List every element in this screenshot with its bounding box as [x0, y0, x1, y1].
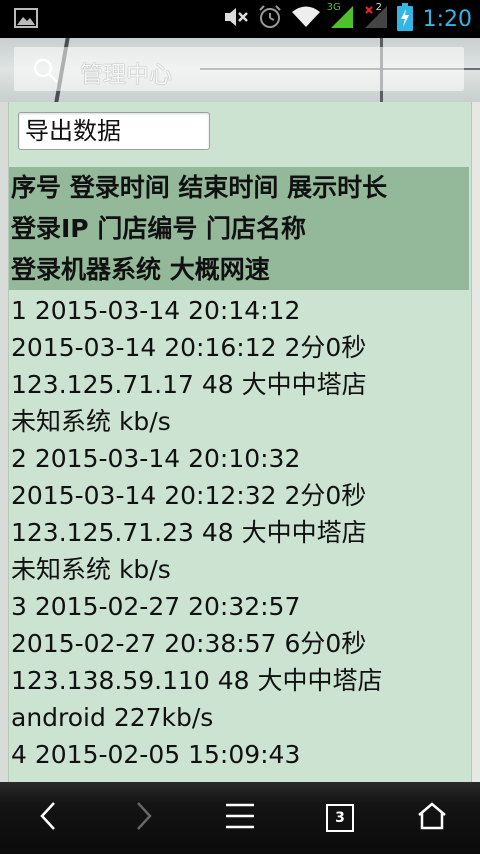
record-line: 123.138.59.110 48 大中中塔店	[11, 666, 383, 695]
record-line: 2015-03-14 20:12:32 2分0秒	[11, 481, 367, 510]
record-line: 2015-02-27 20:38:57 6分0秒	[11, 629, 367, 658]
tabs-button[interactable]: 3	[320, 800, 360, 836]
back-icon	[38, 800, 58, 836]
tabs-icon: 3	[326, 804, 354, 832]
signal-sim2-icon: 2	[363, 2, 389, 34]
network-type-label: 3G	[326, 2, 341, 13]
sim2-label: 2	[375, 2, 382, 13]
record-line: 未知系统 kb/s	[11, 407, 171, 436]
mute-icon	[223, 5, 249, 33]
record-line: 未知系统 kb/s	[11, 555, 171, 584]
forward-icon	[134, 800, 154, 836]
forward-button[interactable]	[124, 800, 164, 836]
image-icon	[14, 8, 38, 28]
tab-count: 3	[326, 804, 354, 832]
address-bar-area: 管理中心	[0, 38, 480, 102]
home-button[interactable]	[412, 800, 452, 836]
record-line: android 227kb/s	[11, 703, 214, 732]
record-line: 123.125.71.23 48 大中中塔店	[11, 518, 367, 547]
record-line: 1 2015-03-14 20:14:12	[11, 296, 301, 325]
record-line: 123.125.71.17 48 大中中塔店	[11, 370, 367, 399]
record-line: 3 2015-02-27 20:32:57	[11, 592, 301, 621]
browser-toolbar: 3	[0, 782, 480, 854]
battery-icon	[396, 3, 413, 35]
address-text: 管理中心	[80, 62, 172, 88]
signal-icon: 3G	[326, 2, 355, 34]
content-panel: 导出数据 序号 登录时间 结束时间 展示时长 登录IP 门店编号 门店名称 登录…	[8, 102, 472, 782]
clock: 1:20	[422, 6, 472, 32]
table-header: 序号 登录时间 结束时间 展示时长 登录IP 门店编号 门店名称 登录机器系统 …	[9, 167, 469, 290]
search-icon	[32, 57, 60, 85]
status-icons: 3G 2 1:20	[223, 2, 472, 35]
record-line: 4 2015-02-05 15:09:43	[11, 740, 301, 769]
header-line: 登录IP 门店编号 门店名称	[11, 214, 307, 243]
web-page: 导出数据 序号 登录时间 结束时间 展示时长 登录IP 门店编号 门店名称 登录…	[0, 102, 480, 782]
record-line: 2015-03-14 20:16:12 2分0秒	[11, 333, 367, 362]
alarm-icon	[257, 4, 283, 34]
menu-button[interactable]	[220, 800, 260, 836]
header-line: 登录机器系统 大概网速	[11, 255, 270, 284]
record-line: 2 2015-03-14 20:10:32	[11, 444, 301, 473]
menu-icon	[224, 802, 256, 834]
wifi-icon	[291, 5, 321, 33]
home-icon	[417, 801, 447, 835]
url-search-field[interactable]: 管理中心	[14, 47, 464, 91]
record-list: 1 2015-03-14 20:14:12 2015-03-14 20:16:1…	[11, 292, 469, 773]
header-line: 序号 登录时间 结束时间 展示时长	[11, 173, 388, 202]
export-data-button[interactable]: 导出数据	[18, 112, 210, 150]
status-bar: 3G 2 1:20	[0, 0, 480, 38]
back-button[interactable]	[28, 800, 68, 836]
